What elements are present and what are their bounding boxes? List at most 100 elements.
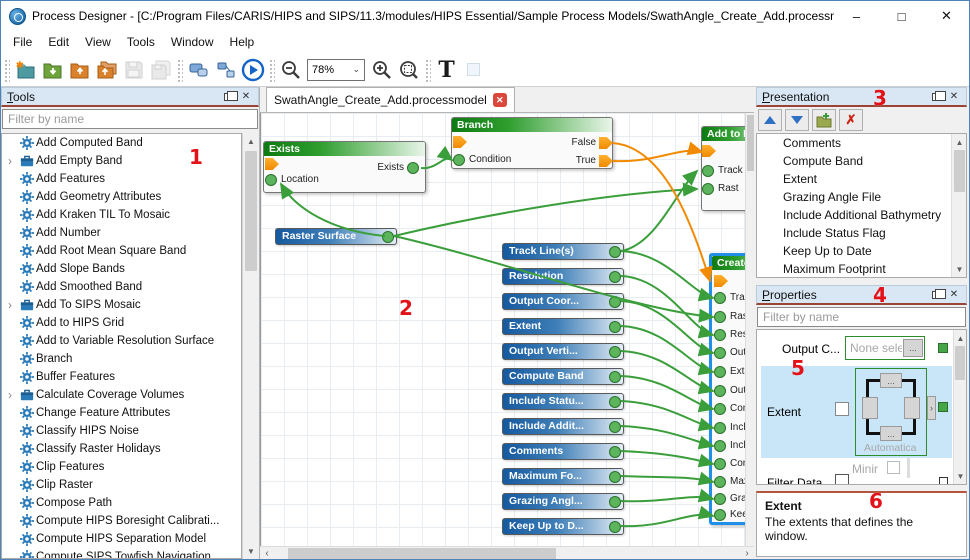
properties-scrollbar[interactable]: ▲ ▼ bbox=[953, 330, 966, 484]
data-port[interactable] bbox=[714, 292, 726, 304]
param-node-extent[interactable]: Extent bbox=[502, 318, 624, 335]
tool-item[interactable]: Add Geometry Attributes bbox=[2, 188, 241, 206]
process-canvas[interactable]: Raster Surface Track Line(s) Resolution Out… bbox=[260, 113, 745, 546]
output-port[interactable] bbox=[609, 246, 621, 258]
tool-item[interactable]: Add Smoothed Band bbox=[2, 278, 241, 296]
filter-data-checkbox[interactable] bbox=[835, 474, 849, 485]
add-item-button[interactable] bbox=[812, 109, 836, 131]
text-tool-button[interactable]: T bbox=[433, 56, 460, 83]
param-node-track-line-s-[interactable]: Track Line(s) bbox=[502, 243, 624, 260]
save-all-button[interactable] bbox=[147, 56, 174, 83]
tool-item[interactable]: ›Calculate Coverage Volumes bbox=[2, 386, 241, 404]
data-port[interactable] bbox=[702, 183, 714, 195]
float-panel-button[interactable] bbox=[221, 90, 235, 104]
param-node-compute-band[interactable]: Compute Band bbox=[502, 368, 624, 385]
data-port[interactable] bbox=[714, 476, 726, 488]
tool-item[interactable]: Compute HIPS Separation Model bbox=[2, 530, 241, 548]
zoom-out-button[interactable] bbox=[277, 56, 304, 83]
output-port[interactable] bbox=[609, 321, 621, 333]
tool-item[interactable]: Change Feature Attributes bbox=[2, 404, 241, 422]
save-button[interactable] bbox=[120, 56, 147, 83]
data-port[interactable] bbox=[714, 422, 726, 434]
param-node-output-coor-[interactable]: Output Coor... bbox=[502, 293, 624, 310]
data-port[interactable] bbox=[714, 347, 726, 359]
presentation-item[interactable]: Compute Band bbox=[757, 152, 966, 170]
extent-expand-button[interactable]: › bbox=[927, 396, 936, 420]
tab-processmodel[interactable]: SwathAngle_Create_Add.processmodel ✕ bbox=[266, 87, 515, 112]
param-node-resolution[interactable]: Resolution bbox=[502, 268, 624, 285]
param-node-include-statu-[interactable]: Include Statu... bbox=[502, 393, 624, 410]
output-port[interactable] bbox=[609, 346, 621, 358]
presentation-scrollbar[interactable]: ▲ ▼ bbox=[951, 134, 966, 277]
data-port[interactable] bbox=[702, 165, 714, 177]
tool-item[interactable]: Add to Variable Resolution Surface bbox=[2, 332, 241, 350]
output-port[interactable] bbox=[609, 271, 621, 283]
delete-item-button[interactable]: ✗ bbox=[839, 109, 863, 131]
menu-tools[interactable]: Tools bbox=[119, 33, 163, 51]
data-port[interactable] bbox=[714, 440, 726, 452]
data-port[interactable] bbox=[407, 162, 419, 174]
output-port[interactable] bbox=[609, 521, 621, 533]
auto-arrange-button[interactable] bbox=[185, 56, 212, 83]
param-node-maximum-fo-[interactable]: Maximum Fo... bbox=[502, 468, 624, 485]
expand-chevron-icon[interactable]: › bbox=[2, 298, 18, 312]
tool-item[interactable]: Add Number bbox=[2, 224, 241, 242]
align-nodes-button[interactable] bbox=[212, 56, 239, 83]
open-model-button[interactable] bbox=[39, 56, 66, 83]
minimum-checkbox[interactable] bbox=[887, 461, 900, 474]
menu-view[interactable]: View bbox=[77, 33, 119, 51]
extent-left-button[interactable] bbox=[862, 397, 878, 419]
minimize-button[interactable]: – bbox=[834, 1, 879, 31]
tool-item[interactable]: Add Slope Bands bbox=[2, 260, 241, 278]
data-port[interactable] bbox=[453, 154, 465, 166]
param-node-keep-up-to-d-[interactable]: Keep Up to D... bbox=[502, 518, 624, 535]
tool-item[interactable]: Classify HIPS Noise bbox=[2, 422, 241, 440]
new-model-button[interactable]: ✱ bbox=[12, 56, 39, 83]
output-port[interactable] bbox=[609, 296, 621, 308]
output-port[interactable] bbox=[609, 471, 621, 483]
scrollbar-track[interactable] bbox=[274, 547, 740, 559]
shape-tool-button[interactable] bbox=[460, 56, 487, 83]
tool-item[interactable]: Add Root Mean Square Band bbox=[2, 242, 241, 260]
output-port[interactable] bbox=[609, 421, 621, 433]
param-node-comments[interactable]: Comments bbox=[502, 443, 624, 460]
tool-item[interactable]: Add Features bbox=[2, 170, 241, 188]
extent-right-button[interactable] bbox=[904, 397, 920, 419]
presentation-item[interactable]: Grazing Angle File bbox=[757, 188, 966, 206]
tool-item[interactable]: Compute HIPS Boresight Calibrati... bbox=[2, 512, 241, 530]
extent-top-button[interactable]: ... bbox=[880, 373, 902, 388]
menu-help[interactable]: Help bbox=[222, 33, 263, 51]
zoom-level-combo[interactable]: 78% ⌄ bbox=[307, 59, 365, 81]
param-node-output-verti-[interactable]: Output Verti... bbox=[502, 343, 624, 360]
param-node-raster-surface[interactable]: Raster Surface bbox=[275, 228, 397, 245]
scroll-left-icon[interactable]: ‹ bbox=[260, 548, 274, 559]
canvas-vscrollbar[interactable] bbox=[745, 113, 754, 546]
scrollbar-thumb[interactable] bbox=[747, 115, 754, 171]
float-panel-button[interactable] bbox=[929, 90, 943, 104]
presentation-item[interactable]: Extent bbox=[757, 170, 966, 188]
tool-item[interactable]: Add to HIPS Grid bbox=[2, 314, 241, 332]
param-node-grazing-angl-[interactable]: Grazing Angl... bbox=[502, 493, 624, 510]
tool-item[interactable]: Compute SIPS Towfish Navigation bbox=[2, 548, 241, 559]
presentation-item[interactable]: Maximum Footprint bbox=[757, 260, 966, 278]
expand-chevron-icon[interactable]: › bbox=[2, 154, 18, 168]
data-port[interactable] bbox=[714, 458, 726, 470]
close-panel-button[interactable]: ✕ bbox=[947, 288, 961, 302]
tool-item[interactable]: Classify Raster Holidays bbox=[2, 440, 241, 458]
toolbar-grip[interactable] bbox=[3, 58, 10, 82]
tool-item[interactable]: Add Computed Band bbox=[2, 134, 241, 152]
extent-bottom-button[interactable]: ... bbox=[880, 426, 902, 441]
close-panel-button[interactable]: ✕ bbox=[947, 90, 961, 104]
zoom-fit-button[interactable] bbox=[395, 56, 422, 83]
tool-item[interactable]: Clip Features bbox=[2, 458, 241, 476]
menu-window[interactable]: Window bbox=[163, 33, 222, 51]
presentation-item[interactable]: Include Status Flag bbox=[757, 224, 966, 242]
extent-widget[interactable]: ... ... Automatica bbox=[855, 368, 927, 456]
toolbar-grip[interactable] bbox=[176, 58, 183, 82]
presentation-item[interactable]: Include Additional Bathymetry bbox=[757, 206, 966, 224]
expand-chevron-icon[interactable]: › bbox=[2, 388, 18, 402]
output-port[interactable] bbox=[609, 371, 621, 383]
tools-scrollbar[interactable]: ▲ ▼ bbox=[242, 133, 259, 559]
output-port[interactable] bbox=[609, 496, 621, 508]
run-process-button[interactable] bbox=[239, 56, 266, 83]
